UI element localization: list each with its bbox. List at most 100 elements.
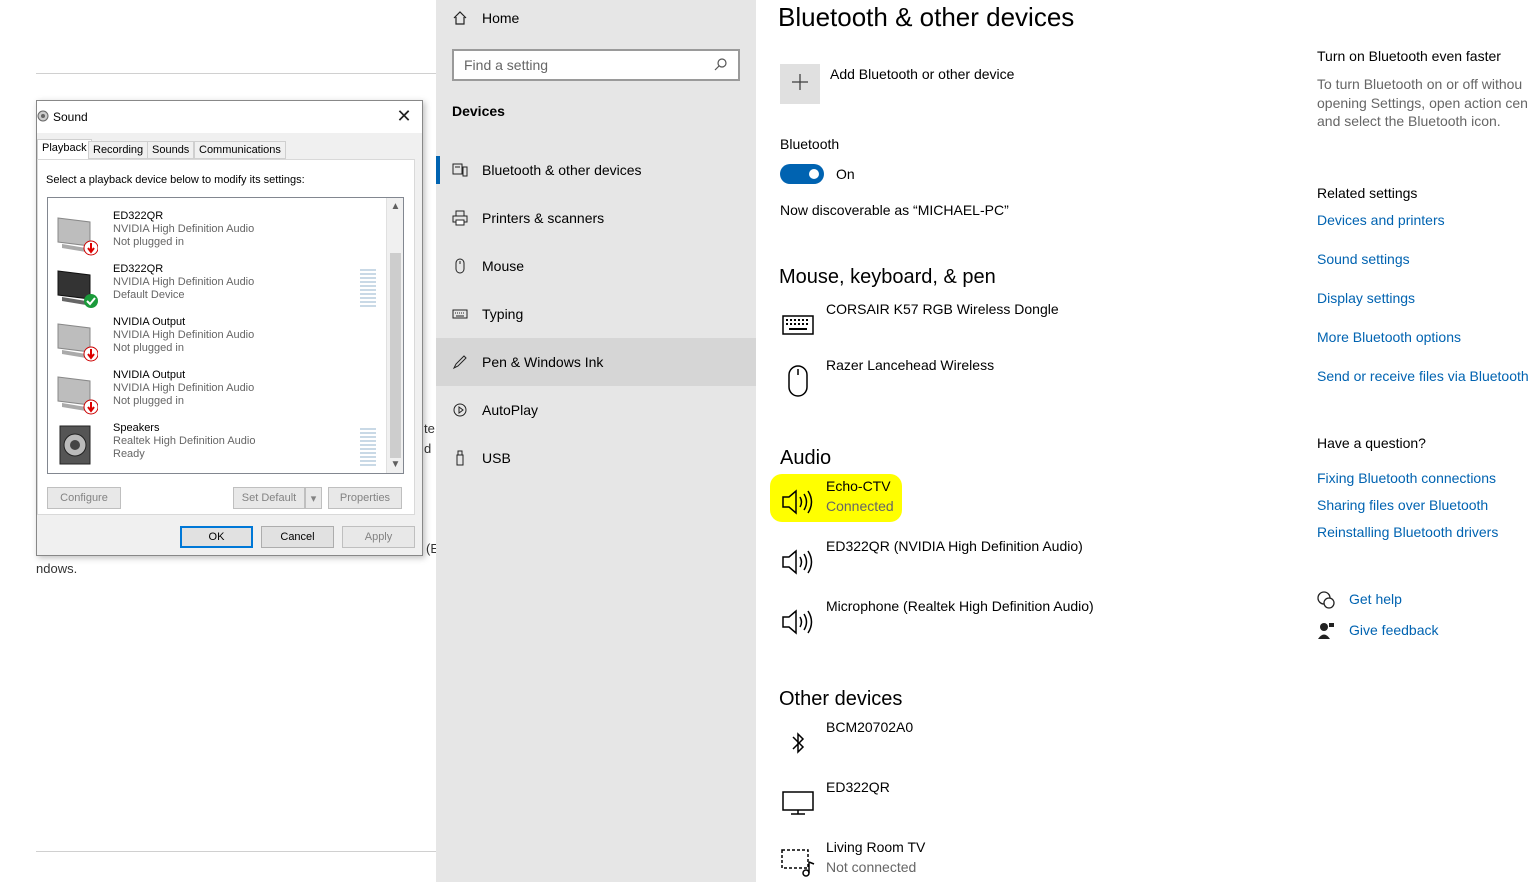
scroll-thumb[interactable] [390, 253, 401, 458]
add-device-button[interactable] [780, 64, 820, 104]
discoverable-text: Now discoverable as “MICHAEL-PC” [780, 202, 1009, 218]
home-icon [452, 10, 468, 26]
monitor-default-icon [54, 265, 98, 309]
nav-home[interactable]: Home [436, 0, 756, 42]
link-get-help[interactable]: Get help [1349, 591, 1402, 607]
keyboard-icon [452, 306, 468, 322]
help-icon [1317, 591, 1335, 614]
speaker-icon [37, 110, 49, 125]
instruction-text: Select a playback device below to modify… [46, 174, 305, 186]
search-placeholder: Find a setting [464, 57, 549, 73]
set-default-button[interactable]: Set Default [233, 487, 305, 509]
scrollbar[interactable]: ▲ ▼ [386, 198, 403, 473]
search-input[interactable]: Find a setting [452, 49, 740, 81]
nav-item-pen[interactable]: Pen & Windows Ink [436, 338, 756, 386]
add-device-label[interactable]: Add Bluetooth or other device [830, 66, 1014, 82]
device-status: Ready [113, 448, 145, 460]
list-item[interactable]: Speakers Realtek High Definition Audio R… [48, 418, 388, 471]
link-reinstalling-drivers[interactable]: Reinstalling Bluetooth drivers [1317, 524, 1498, 540]
device-status: Not plugged in [113, 342, 184, 354]
device-name: Echo-CTV [826, 478, 891, 494]
monitor-icon [780, 785, 816, 821]
side-heading-question: Have a question? [1317, 435, 1426, 451]
monitor-unplugged-icon [54, 212, 99, 256]
monitor-unplugged-icon [54, 318, 99, 362]
scroll-down-icon[interactable]: ▼ [387, 456, 403, 473]
dialog-titlebar[interactable]: Sound ✕ [37, 101, 422, 133]
usb-icon [452, 450, 468, 466]
dialog-title: Sound [53, 110, 88, 124]
section-audio: Audio [780, 447, 832, 469]
device-name: NVIDIA Output [113, 316, 186, 328]
device-list[interactable]: ED322QR NVIDIA High Definition Audio Not… [47, 197, 404, 474]
plus-icon [791, 73, 809, 96]
bluetooth-toggle[interactable] [780, 164, 824, 184]
link-give-feedback[interactable]: Give feedback [1349, 622, 1439, 638]
link-sound-settings[interactable]: Sound settings [1317, 251, 1410, 267]
feedback-icon [1317, 622, 1335, 645]
properties-button[interactable]: Properties [328, 487, 402, 509]
toggle-knob [809, 169, 819, 179]
link-devices-printers[interactable]: Devices and printers [1317, 212, 1445, 228]
tab-communications[interactable]: Communications [194, 141, 286, 159]
close-icon[interactable]: ✕ [394, 106, 414, 127]
device-name: ED322QR [826, 779, 890, 795]
device-driver: NVIDIA High Definition Audio [113, 276, 255, 288]
section-mouse-keyboard-pen: Mouse, keyboard, & pen [779, 266, 996, 288]
link-fixing-bluetooth[interactable]: Fixing Bluetooth connections [1317, 470, 1496, 486]
nav-item-label: Printers & scanners [482, 210, 605, 226]
mouse-icon [780, 363, 816, 399]
side-text: and select the Bluetooth icon. [1317, 113, 1501, 129]
pen-icon [452, 354, 468, 370]
doc-divider [36, 851, 436, 852]
nav-item-bluetooth[interactable]: Bluetooth & other devices [436, 146, 756, 194]
tab-recording[interactable]: Recording [88, 141, 149, 159]
nav-item-label: Mouse [482, 258, 525, 274]
page-title: Bluetooth & other devices [778, 2, 1075, 32]
link-display-settings[interactable]: Display settings [1317, 290, 1415, 306]
bluetooth-devices-icon [452, 162, 468, 178]
nav-item-label: AutoPlay [482, 402, 539, 418]
list-item[interactable]: ED322QR NVIDIA High Definition Audio Not… [48, 206, 388, 259]
tab-sounds[interactable]: Sounds [147, 141, 195, 159]
volume-meter [360, 428, 376, 466]
device-name: CORSAIR K57 RGB Wireless Dongle [826, 301, 1059, 317]
link-sharing-files[interactable]: Sharing files over Bluetooth [1317, 497, 1488, 513]
nav-item-usb[interactable]: USB [436, 434, 756, 482]
list-item[interactable]: NVIDIA Output NVIDIA High Definition Aud… [48, 365, 388, 418]
settings-nav: Home Find a setting Devices Bluetooth & … [436, 0, 756, 882]
device-name: Speakers [113, 422, 160, 434]
mouse-icon [452, 258, 468, 274]
nav-item-typing[interactable]: Typing [436, 290, 756, 338]
nav-section-heading: Devices [452, 103, 505, 119]
nav-item-label: USB [482, 450, 511, 466]
doc-divider [36, 73, 436, 74]
device-name: Microphone (Realtek High Definition Audi… [826, 598, 1094, 614]
device-name: BCM20702A0 [826, 719, 914, 735]
tab-playback[interactable]: Playback [37, 139, 92, 160]
device-driver: NVIDIA High Definition Audio [113, 329, 255, 341]
configure-button[interactable]: Configure [47, 487, 121, 509]
nav-item-printers[interactable]: Printers & scanners [436, 194, 756, 242]
link-more-bluetooth[interactable]: More Bluetooth options [1317, 329, 1461, 345]
list-item[interactable]: ED322QR NVIDIA High Definition Audio Def… [48, 259, 388, 312]
printer-icon [452, 210, 468, 226]
link-send-receive[interactable]: Send or receive files via Bluetooth [1317, 368, 1529, 384]
nav-item-mouse[interactable]: Mouse [436, 242, 756, 290]
device-status: Not plugged in [113, 236, 184, 248]
set-default-dropdown[interactable]: ▾ [305, 487, 322, 509]
nav-item-autoplay[interactable]: AutoPlay [436, 386, 756, 434]
keyboard-icon [780, 307, 816, 343]
scroll-up-icon[interactable]: ▲ [387, 198, 403, 215]
apply-button[interactable]: Apply [342, 526, 415, 548]
chevron-down-icon: ▾ [310, 492, 317, 505]
main-content: Bluetooth & other devices Add Bluetooth … [756, 0, 1529, 882]
cancel-button[interactable]: Cancel [261, 526, 334, 548]
search-icon [714, 57, 728, 74]
volume-meter [360, 269, 376, 307]
media-device-icon [780, 845, 816, 881]
ok-button[interactable]: OK [180, 526, 253, 548]
device-name: ED322QR (NVIDIA High Definition Audio) [826, 538, 1083, 554]
monitor-unplugged-icon [54, 371, 99, 415]
list-item[interactable]: NVIDIA Output NVIDIA High Definition Aud… [48, 312, 388, 365]
